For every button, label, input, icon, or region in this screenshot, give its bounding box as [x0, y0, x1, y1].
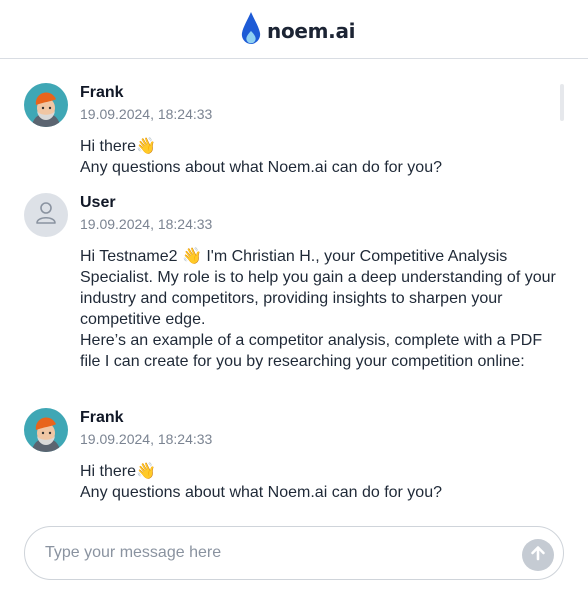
message-timestamp: 19.09.2024, 18:24:33 — [80, 216, 213, 232]
frank-avatar — [24, 408, 68, 452]
message-author: Frank — [80, 84, 124, 101]
chat-message: Frank 19.09.2024, 18:24:33 Hi there👋 Any… — [24, 408, 564, 508]
message-timestamp: 19.09.2024, 18:24:33 — [80, 431, 213, 447]
message-author: Frank — [80, 409, 124, 426]
chat-message: Frank 19.09.2024, 18:24:33 Hi there👋 Any… — [24, 83, 564, 183]
message-composer — [24, 526, 564, 580]
logo-text: noem.ai — [267, 19, 356, 43]
user-icon — [35, 201, 57, 230]
logo[interactable]: noem.ai — [240, 11, 356, 47]
message-body: Hi there👋 Any questions about what Noem.… — [80, 136, 560, 178]
user-avatar — [24, 193, 68, 237]
send-button[interactable] — [522, 539, 554, 571]
chat-message: User 19.09.2024, 18:24:33 Hi Testname2 👋… — [24, 193, 564, 393]
message-line: Hi Testname2 👋 I'm Christian H., your Co… — [80, 248, 556, 328]
message-line: Here’s an example of a competitor analys… — [80, 332, 543, 370]
message-body: Hi there👋 Any questions about what Noem.… — [80, 461, 560, 503]
scrollbar-thumb[interactable] — [560, 84, 564, 121]
message-input[interactable] — [45, 540, 515, 566]
message-line: Any questions about what Noem.ai can do … — [80, 159, 442, 176]
message-line: Any questions about what Noem.ai can do … — [80, 484, 442, 501]
app-header: noem.ai — [0, 0, 588, 59]
message-body: Hi Testname2 👋 I'm Christian H., your Co… — [80, 246, 560, 372]
message-author: User — [80, 194, 116, 211]
chat-history[interactable]: Frank 19.09.2024, 18:24:33 Hi there👋 Any… — [0, 60, 588, 520]
frank-avatar — [24, 83, 68, 127]
message-line: Hi there👋 — [80, 138, 156, 155]
message-line: Hi there👋 — [80, 463, 156, 480]
arrow-up-icon — [529, 544, 547, 567]
flame-drop-icon — [240, 11, 262, 47]
message-timestamp: 19.09.2024, 18:24:33 — [80, 106, 213, 122]
